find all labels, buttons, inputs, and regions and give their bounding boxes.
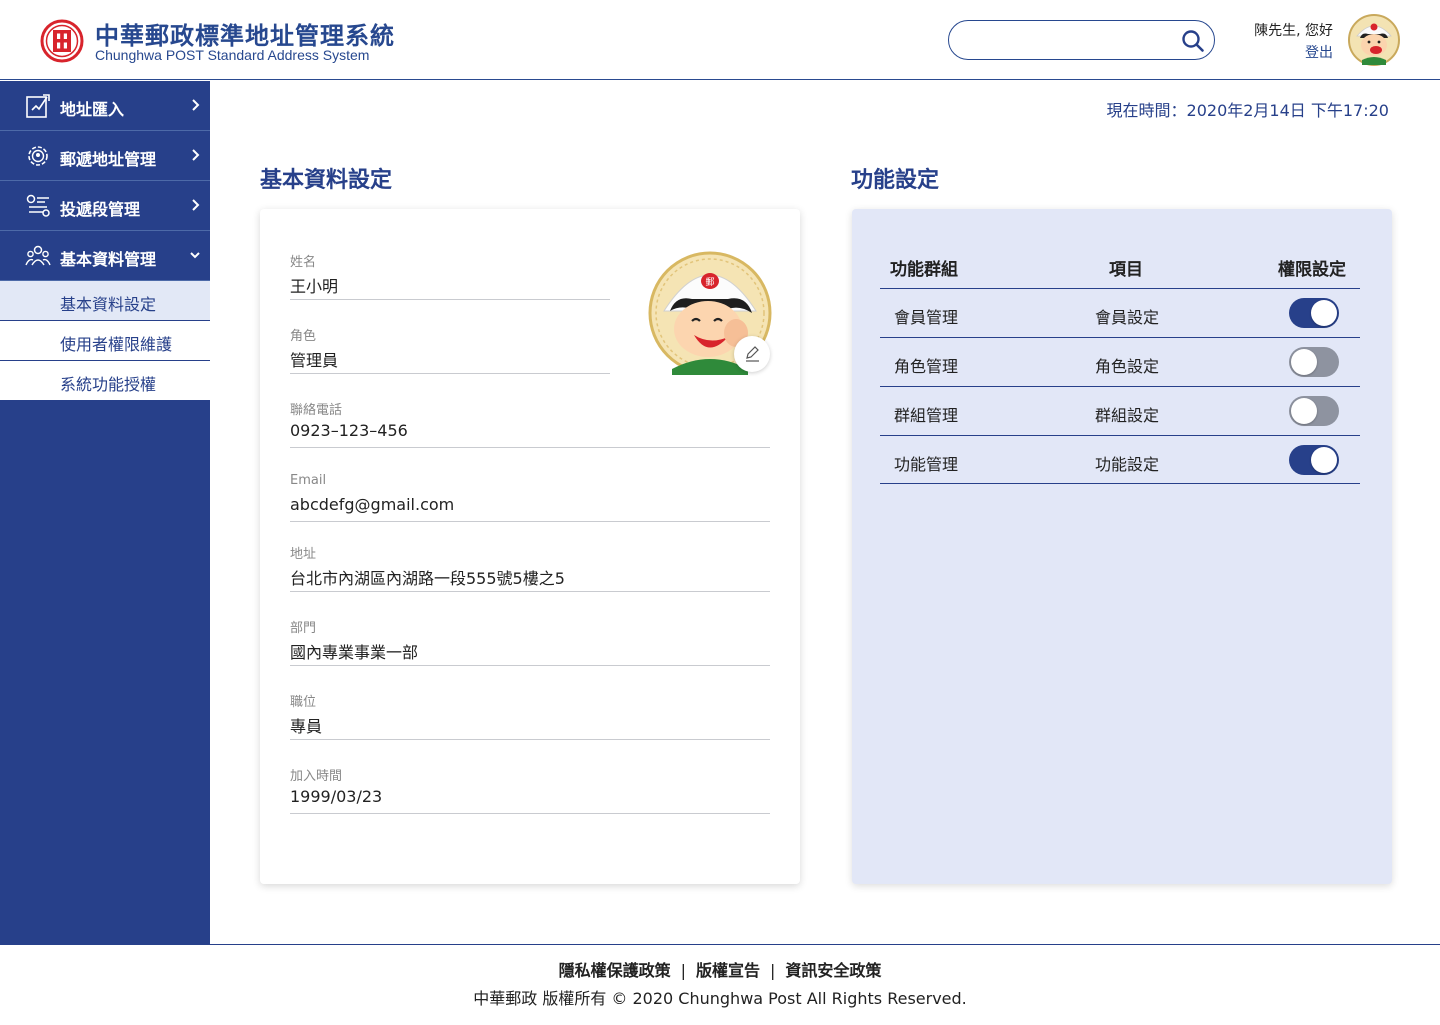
profile-card: 姓名 王小明 角色 管理員 聯絡電話 0923–123–456 Email ab… <box>260 209 800 884</box>
function-section-title: 功能設定 <box>851 168 940 193</box>
pencil-icon <box>746 346 759 362</box>
current-time: 現在時間：2020年2月14日 下午17:20 <box>1106 101 1389 120</box>
table-row: 角色管理 角色設定 <box>880 337 1360 386</box>
import-icon <box>26 94 50 118</box>
footer-separator: | <box>680 961 686 980</box>
chevron-right-icon <box>192 149 200 161</box>
sidebar-subitem-user-permissions[interactable]: 使用者權限維護 <box>0 321 210 361</box>
toggle-knob <box>1291 398 1317 424</box>
profile-section-title: 基本資料設定 <box>260 168 393 193</box>
gear-pin-icon <box>28 146 48 166</box>
field-value[interactable]: 台北市內湖區內湖路一段555號5樓之5 <box>290 565 565 589</box>
search-icon[interactable] <box>1181 29 1205 53</box>
table-row: 會員管理 會員設定 <box>880 288 1360 337</box>
cell-item: 會員設定 <box>1095 308 1160 327</box>
header: 中華郵政標準地址管理系統 Chunghwa POST Standard Addr… <box>0 0 1440 80</box>
svg-text:郵: 郵 <box>705 276 714 288</box>
chevron-down-icon <box>190 252 200 259</box>
brand-title-en: Chunghwa POST Standard Address System <box>95 47 370 63</box>
footer-separator: | <box>770 961 776 980</box>
sidebar-item-delivery-segment[interactable]: 投遞段管理 <box>0 181 210 231</box>
table-row: 群組管理 群組設定 <box>880 386 1360 435</box>
permission-toggle[interactable] <box>1289 445 1339 475</box>
people-icon <box>25 245 51 266</box>
function-settings-card: 功能群組 項目 權限設定 會員管理 會員設定 角色管理 角色設定 群組管理 群組… <box>852 209 1392 884</box>
sidebar-item-basic-data[interactable]: 基本資料管理 <box>0 231 210 281</box>
user-avatar[interactable] <box>1348 14 1400 66</box>
sidebar: 地址匯入 郵遞地址管理 投遞段管理 基本資料管理 基本資料設定 使用者權限維護 … <box>0 81 210 944</box>
sidebar-subitem-basic-settings[interactable]: 基本資料設定 <box>0 281 210 321</box>
field-label: 角色 <box>290 329 317 344</box>
field-value[interactable]: 專員 <box>290 713 322 737</box>
sidebar-item-postal-address[interactable]: 郵遞地址管理 <box>0 131 210 181</box>
sidebar-item-label: 郵遞地址管理 <box>60 150 157 169</box>
sidebar-subitem-label: 使用者權限維護 <box>60 335 173 354</box>
field-underline <box>290 665 770 666</box>
sidebar-item-address-import[interactable]: 地址匯入 <box>0 81 210 131</box>
permission-toggle[interactable] <box>1289 298 1339 328</box>
field-underline <box>290 373 610 374</box>
field-value[interactable]: 國內專業事業一部 <box>290 639 418 663</box>
edit-avatar-button[interactable] <box>734 336 770 372</box>
toggle-knob <box>1311 447 1337 473</box>
chevron-right-icon <box>192 199 200 211</box>
cell-group: 功能管理 <box>894 455 959 474</box>
column-header-permission: 權限設定 <box>1278 260 1346 280</box>
search-input[interactable] <box>963 29 1178 51</box>
route-icon <box>26 194 50 217</box>
cell-item: 功能設定 <box>1095 455 1160 474</box>
toggle-knob <box>1291 349 1317 375</box>
field-label: 加入時間 <box>290 769 343 784</box>
field-underline <box>290 739 770 740</box>
sidebar-subitem-label: 基本資料設定 <box>60 295 157 314</box>
column-header-group: 功能群組 <box>890 260 958 280</box>
field-value[interactable]: 1999/03/23 <box>290 787 382 806</box>
chunghwa-post-logo-icon[interactable] <box>40 19 84 63</box>
field-label: 職位 <box>290 695 317 710</box>
sidebar-item-label: 地址匯入 <box>60 100 125 119</box>
cell-item: 角色設定 <box>1095 357 1160 376</box>
cell-group: 群組管理 <box>894 406 959 425</box>
field-value[interactable]: 管理員 <box>290 347 338 371</box>
footer-links: 隱私權保護政策 | 版權宣告 | 資訊安全政策 <box>0 957 1440 981</box>
toggle-knob <box>1311 300 1337 326</box>
field-label: 地址 <box>290 547 317 562</box>
field-underline <box>290 591 770 592</box>
sidebar-subitem-system-authorization[interactable]: 系統功能授權 <box>0 361 210 401</box>
field-label: 聯絡電話 <box>290 403 343 418</box>
field-underline <box>290 447 770 448</box>
column-header-item: 項目 <box>1109 260 1143 280</box>
field-label: Email <box>290 473 327 488</box>
field-underline <box>290 813 770 814</box>
footer-link-security[interactable]: 資訊安全政策 <box>785 961 881 980</box>
field-value[interactable]: 0923–123–456 <box>290 421 408 440</box>
sidebar-subitem-label: 系統功能授權 <box>60 375 157 394</box>
permission-toggle[interactable] <box>1289 347 1339 377</box>
copyright-text: 中華郵政 版權所有 © 2020 Chunghwa Post All Right… <box>473 989 967 1008</box>
footer-link-privacy[interactable]: 隱私權保護政策 <box>559 961 671 980</box>
field-value[interactable]: 王小明 <box>290 273 338 297</box>
footer: 隱私權保護政策 | 版權宣告 | 資訊安全政策 中華郵政 版權所有 © 2020 Chu… <box>0 944 1440 1025</box>
field-label: 姓名 <box>290 255 317 270</box>
cell-group: 會員管理 <box>894 308 959 327</box>
field-underline <box>290 299 610 300</box>
permission-toggle[interactable] <box>1289 396 1339 426</box>
footer-link-copyright[interactable]: 版權宣告 <box>696 961 760 980</box>
logout-link[interactable]: 登出 <box>1305 42 1333 62</box>
cell-item: 群組設定 <box>1095 406 1160 425</box>
field-value[interactable]: abcdefg@gmail.com <box>290 495 454 514</box>
search-box[interactable] <box>948 20 1215 60</box>
field-underline <box>290 521 770 522</box>
cell-group: 角色管理 <box>894 357 959 376</box>
sidebar-item-label: 基本資料管理 <box>60 250 157 269</box>
table-row: 功能管理 功能設定 <box>880 435 1360 484</box>
brand-title-zh: 中華郵政標準地址管理系統 <box>95 22 395 50</box>
user-greeting: 陳先生, 您好 <box>1254 23 1333 39</box>
sidebar-item-label: 投遞段管理 <box>60 200 141 219</box>
chevron-right-icon <box>192 99 200 111</box>
field-label: 部門 <box>290 621 317 636</box>
